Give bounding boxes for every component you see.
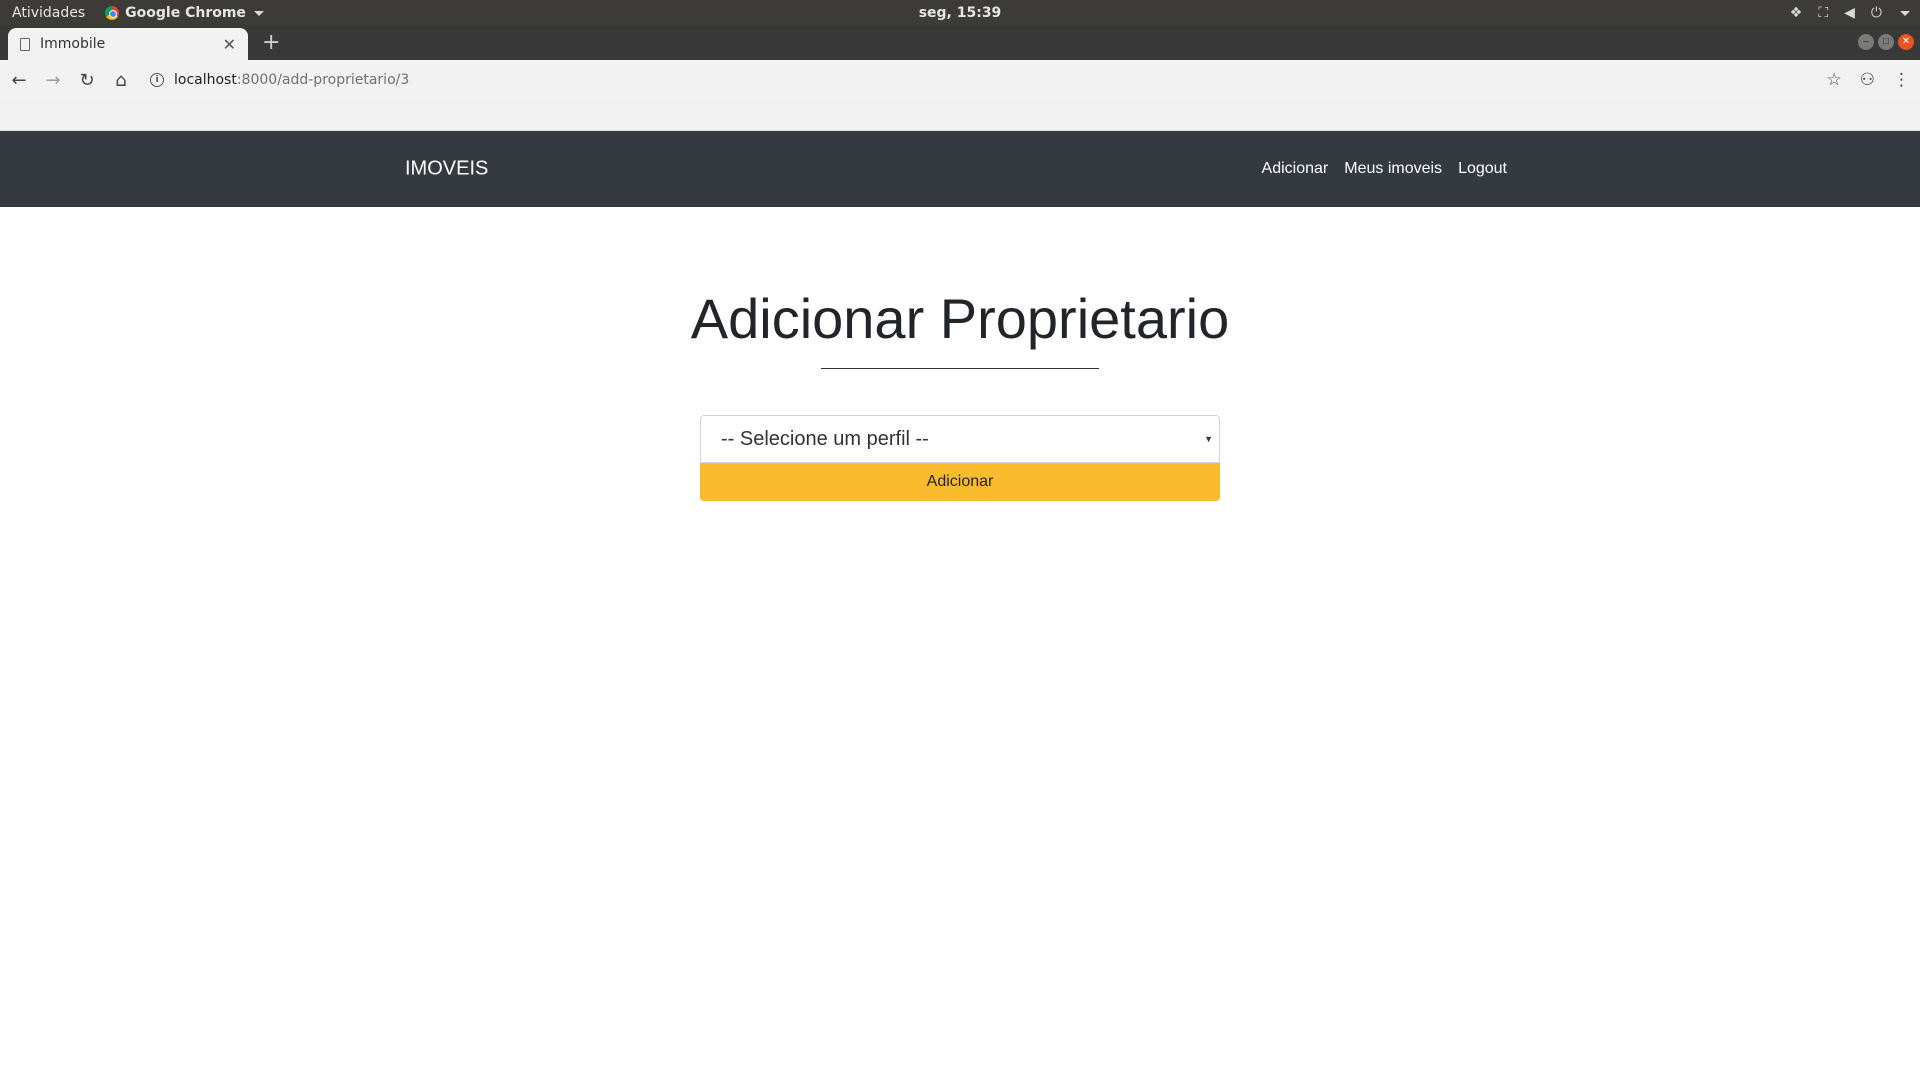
browser-tab[interactable]: Immobile ✕: [8, 28, 248, 60]
nav-links: Adicionar Meus imoveis Logout: [1262, 160, 1507, 178]
nav-link-adicionar[interactable]: Adicionar: [1262, 160, 1329, 178]
profile-select-value: -- Selecione um perfil --: [721, 427, 929, 450]
app-menu-label: Google Chrome: [125, 5, 246, 21]
nav-link-meus-imoveis[interactable]: Meus imoveis: [1344, 160, 1442, 178]
page-title: Adicionar Proprietario: [690, 287, 1230, 350]
app-navbar: IMOVEIS Adicionar Meus imoveis Logout: [0, 131, 1920, 207]
chrome-logo-icon: [105, 6, 120, 20]
toolbar-actions: ☆ ⚇ ⋮: [1827, 60, 1911, 100]
address-bar[interactable]: i localhost:8000/add-proprietario/3: [150, 65, 409, 95]
page-icon: [20, 37, 30, 51]
tab-strip: Immobile ✕ + – □ ✕: [0, 26, 1920, 60]
forward-icon[interactable]: →: [38, 65, 68, 95]
chevron-down-icon: ▼: [1204, 434, 1213, 444]
add-owner-form: -- Selecione um perfil -- ▼ Adicionar: [700, 415, 1220, 501]
close-icon[interactable]: ✕: [223, 35, 236, 54]
caret-down-icon: [253, 10, 264, 16]
url-path: :8000/add-proprietario/3: [236, 72, 410, 88]
menu-icon[interactable]: ⋮: [1893, 70, 1910, 90]
info-icon[interactable]: i: [150, 73, 164, 87]
tab-title: Immobile: [40, 36, 106, 52]
app-menu[interactable]: Google Chrome: [105, 5, 264, 21]
profile-select[interactable]: -- Selecione um perfil -- ▼: [700, 415, 1220, 463]
submit-button[interactable]: Adicionar: [700, 462, 1220, 501]
clock[interactable]: seg, 15:39: [919, 5, 1002, 21]
title-divider: [821, 368, 1099, 369]
plus-icon[interactable]: +: [262, 30, 280, 55]
power-icon[interactable]: ⏻: [1871, 5, 1882, 21]
window-close-icon[interactable]: ✕: [1898, 34, 1914, 50]
reload-icon[interactable]: ↻: [72, 65, 102, 95]
browser-toolbar: ← → ↻ ⌂ i localhost:8000/add-proprietari…: [0, 60, 1920, 100]
window-controls: – □ ✕: [1858, 34, 1914, 50]
volume-icon[interactable]: ◀︎: [1844, 5, 1855, 21]
bookmarks-area: [0, 100, 1920, 131]
os-top-bar: Atividades Google Chrome seg, 15:39 ❖ ⛶ …: [0, 0, 1920, 26]
home-icon[interactable]: ⌂: [106, 65, 136, 95]
brand-link[interactable]: IMOVEIS: [405, 158, 488, 181]
minimize-icon[interactable]: –: [1858, 34, 1874, 50]
tray-menu-icon[interactable]: [1900, 10, 1910, 16]
dropbox-icon[interactable]: ❖: [1790, 5, 1803, 21]
extension-icon[interactable]: ⚇: [1860, 70, 1875, 90]
url-host: localhost: [174, 72, 237, 88]
star-icon[interactable]: ☆: [1827, 70, 1842, 90]
nav-link-logout[interactable]: Logout: [1458, 160, 1507, 178]
system-tray: ❖ ⛶ ◀︎ ⏻: [1790, 0, 1910, 26]
network-icon[interactable]: ⛶: [1818, 5, 1828, 21]
activities-button[interactable]: Atividades: [12, 5, 85, 21]
back-icon[interactable]: ←: [4, 65, 34, 95]
maximize-icon[interactable]: □: [1878, 34, 1894, 50]
